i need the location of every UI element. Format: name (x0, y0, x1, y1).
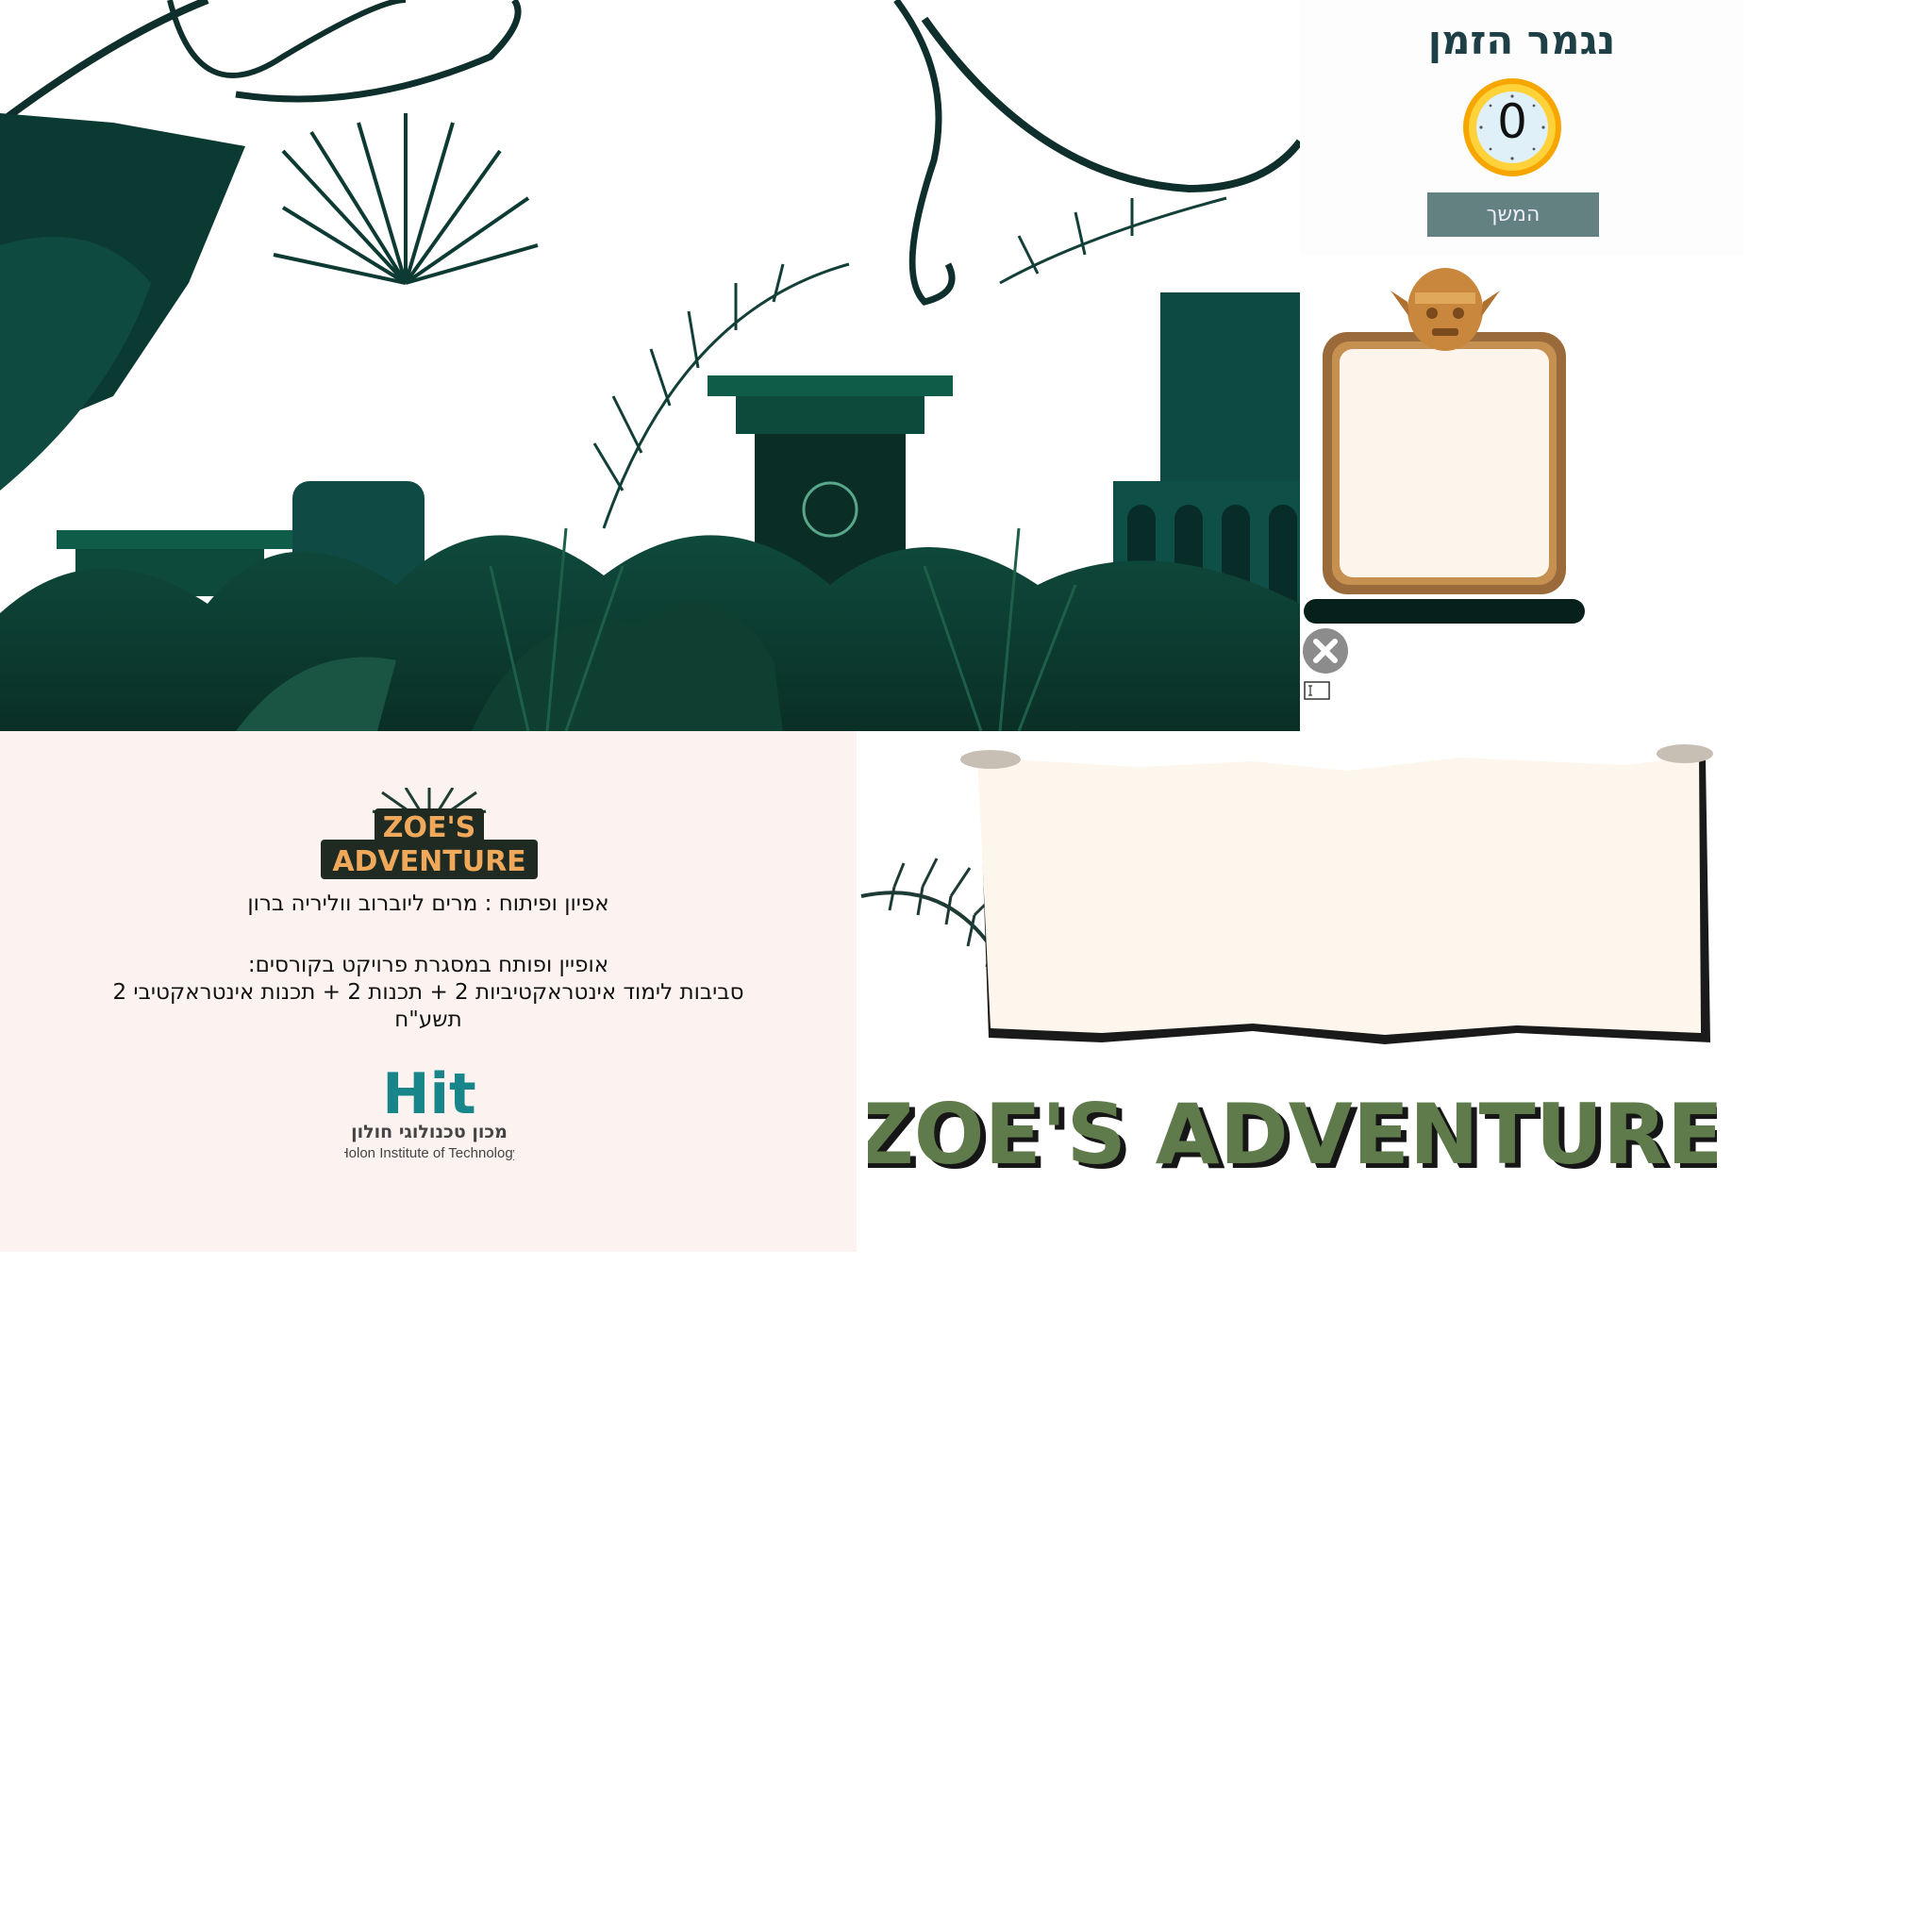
continue-button[interactable]: המשך (1427, 192, 1599, 237)
hit-mark: Hit (382, 1061, 475, 1127)
game-title: ZOE'S ADVENTURE ZOE'S ADVENTURE (868, 1086, 1717, 1188)
institute-english: Holon Institute of Technology (344, 1145, 514, 1161)
logo-line1: ZOE'S (383, 811, 476, 844)
timeup-panel: נגמר הזמן 0 המשך (1300, 0, 1743, 255)
game-title-text: ZOE'S ADVENTURE (868, 1086, 1717, 1183)
credits-panel: ZOE'S ADVENTURE אפיון ופיתוח : מרים ליוב… (0, 731, 857, 1252)
ornate-frame (1304, 264, 1587, 627)
design-credit: אפיון ופיתוח : מרים ליוברוב ווליריה ברון (247, 891, 609, 916)
timeup-title: נגמר הזמן (1427, 17, 1616, 63)
timer-value: 0 (1497, 94, 1527, 149)
close-icon[interactable] (1302, 627, 1349, 675)
jungle-scene (0, 0, 1300, 731)
jungle-illustration (0, 0, 1300, 731)
academic-year: תשע"ח (394, 1008, 462, 1032)
parchment-scroll (857, 731, 1724, 1052)
course-intro: אופיין ופותח במסגרת פרויקט בקורסים: (247, 953, 609, 977)
zoes-adventure-logo: ZOE'S ADVENTURE (321, 788, 538, 879)
text-cursor-box[interactable] (1304, 681, 1330, 700)
logo-line2: ADVENTURE (332, 845, 525, 878)
courses-list: סביבות לימוד אינטראקטיביות 2 + תכנות 2 +… (112, 980, 744, 1005)
institute-hebrew: מכון טכנולוגי חולון (351, 1122, 508, 1142)
hit-logo: Hit מכון טכנולוגי חולון Holon Institute … (344, 1061, 514, 1161)
